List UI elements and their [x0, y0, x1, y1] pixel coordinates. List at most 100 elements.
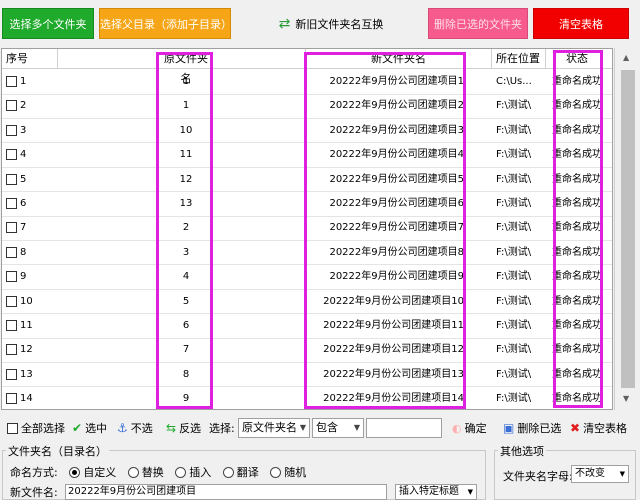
insert-title-label: 插入特定标题	[399, 486, 459, 497]
mode-custom-radio[interactable]: 自定义	[69, 466, 116, 479]
clear-table-button[interactable]: 清空表格	[533, 8, 629, 39]
mode-random-radio[interactable]: 随机	[270, 466, 306, 479]
swap-names-button[interactable]: ⇄ 新旧文件夹名互换	[276, 8, 386, 39]
table-row[interactable]: 9 4 20222年9月份公司团建项目9 F:\测试\ 重命名成功	[2, 265, 612, 290]
table-row[interactable]: 1 1 20222年9月份公司团建项目1 C:\Us... 重命名成功	[2, 70, 612, 95]
case-select[interactable]: 不改变 ▼	[571, 465, 629, 483]
table-row[interactable]: 12 7 20222年9月份公司团建项目12 F:\测试\ 重命名成功	[2, 338, 612, 363]
row-checkbox[interactable]	[6, 368, 17, 380]
row-checkbox[interactable]	[6, 222, 17, 234]
mode-replace-radio[interactable]: 替换	[127, 466, 164, 479]
header-location[interactable]: 所在位置	[496, 49, 546, 69]
rename-panel-title: 文件夹名（目录名）	[6, 443, 109, 459]
row-new-name: 20222年9月份公司团建项目13	[323, 368, 464, 380]
row-checkbox[interactable]	[6, 246, 17, 258]
table-scrollbar[interactable]: ▲ ▼	[614, 48, 640, 410]
row-checkbox[interactable]	[6, 149, 17, 161]
delete-selected-folders-button[interactable]: 删除已选的文件夹	[428, 8, 528, 39]
row-status: 重命名成功	[552, 295, 602, 307]
clear-table-small-button[interactable]: ✖ 清空表格	[570, 420, 627, 436]
row-checkbox[interactable]	[6, 320, 17, 331]
mode-translate-radio[interactable]: 翻译	[222, 466, 259, 479]
table-row[interactable]: 6 13 20222年9月份公司团建项目6 F:\测试\ 重命名成功	[2, 192, 612, 217]
row-old-name: 3	[182, 246, 190, 258]
row-old-name: 1	[182, 76, 190, 87]
row-checkbox[interactable]	[6, 271, 17, 283]
row-checkbox[interactable]	[6, 76, 17, 87]
scroll-down-icon[interactable]: ▼	[623, 394, 629, 403]
chevron-down-icon: ▼	[299, 423, 306, 432]
row-seq: 2	[20, 100, 27, 112]
row-old-name: 11	[179, 149, 193, 161]
confirm-label: 确定	[464, 422, 487, 435]
row-new-name: 20222年9月份公司团建项目10	[323, 295, 464, 307]
delete-selected-button[interactable]: ▣ 删除已选	[503, 420, 561, 436]
row-old-name: 6	[182, 320, 190, 331]
insert-title-dropdown[interactable]: 插入特定标题 ▼	[395, 484, 477, 500]
row-checkbox[interactable]	[6, 393, 17, 405]
row-seq: 7	[20, 222, 27, 234]
select-all-checkbox[interactable]: 全部选择	[7, 420, 65, 436]
swap-names-label: 新旧文件夹名互换	[295, 17, 384, 31]
row-new-name: 20222年9月份公司团建项目5	[329, 173, 464, 185]
table-row[interactable]: 5 12 20222年9月份公司团建项目5 F:\测试\ 重命名成功	[2, 168, 612, 193]
swap-icon: ⇄	[278, 15, 291, 32]
table-row[interactable]: 11 6 20222年9月份公司团建项目11 F:\测试\ 重命名成功	[2, 314, 612, 339]
row-old-name: 8	[182, 368, 190, 380]
mode-insert-radio[interactable]: 插入	[175, 466, 211, 479]
deselect-button[interactable]: ⚓ 不选	[117, 420, 153, 436]
select-label: 选中	[85, 422, 108, 435]
scroll-thumb[interactable]	[621, 70, 635, 388]
row-new-name: 20222年9月份公司团建项目8	[329, 246, 464, 258]
radio-icon	[222, 467, 234, 478]
file-table[interactable]: 序号 原文件夹名 新文件夹名 所在位置 状态 1 1 20222年9月份公司团建项目…	[1, 48, 613, 410]
row-location: F:\测试\	[496, 173, 532, 185]
deselect-label: 不选	[130, 422, 153, 435]
invert-selection-button[interactable]: ⇆ 反选	[166, 420, 201, 436]
table-row[interactable]: 10 5 20222年9月份公司团建项目10 F:\测试\ 重命名成功	[2, 290, 612, 315]
row-checkbox[interactable]	[6, 100, 17, 112]
table-row[interactable]: 8 3 20222年9月份公司团建项目8 F:\测试\ 重命名成功	[2, 241, 612, 266]
table-row[interactable]: 3 10 20222年9月份公司团建项目3 F:\测试\ 重命名成功	[2, 119, 612, 144]
mode-replace-label: 替换	[141, 466, 164, 479]
match-select-value: 包含	[316, 421, 338, 434]
match-select[interactable]: 包含 ▼	[312, 418, 364, 438]
row-status: 重命名成功	[552, 320, 602, 331]
table-row[interactable]: 4 11 20222年9月份公司团建项目4 F:\测试\ 重命名成功	[2, 143, 612, 168]
row-checkbox[interactable]	[6, 198, 17, 209]
delete-selected-label: 删除已选	[517, 422, 562, 435]
row-seq: 5	[20, 173, 27, 185]
row-location: F:\测试\	[496, 295, 532, 307]
row-checkbox[interactable]	[6, 344, 17, 356]
row-checkbox[interactable]	[6, 295, 17, 307]
row-checkbox[interactable]	[6, 173, 17, 185]
table-row[interactable]: 13 8 20222年9月份公司团建项目13 F:\测试\ 重命名成功	[2, 363, 612, 388]
table-row[interactable]: 14 9 20222年9月份公司团建项目14 F:\测试\ 重命名成功	[2, 387, 612, 409]
row-status: 重命名成功	[552, 271, 602, 283]
field-select[interactable]: 原文件夹名 ▼	[238, 418, 310, 438]
header-status[interactable]: 状态	[550, 49, 604, 69]
confirm-icon: ◐	[452, 421, 462, 435]
invert-label: 反选	[179, 422, 202, 435]
row-location: F:\测试\	[496, 271, 532, 283]
new-name-input[interactable]: 20222年9月份公司团建项目	[65, 484, 387, 500]
check-circle-icon: ✔	[72, 421, 83, 435]
scroll-up-icon[interactable]: ▲	[623, 53, 629, 62]
select-folders-button[interactable]: 选择多个文件夹	[2, 8, 94, 39]
row-status: 重命名成功	[552, 100, 602, 112]
table-row[interactable]: 7 2 20222年9月份公司团建项目7 F:\测试\ 重命名成功	[2, 216, 612, 241]
choose-label: 选择:	[209, 422, 235, 435]
row-location: F:\测试\	[496, 246, 532, 258]
confirm-button[interactable]: ◐ 确定	[452, 420, 487, 436]
table-row[interactable]: 2 1 20222年9月份公司团建项目2 F:\测试\ 重命名成功	[2, 94, 612, 119]
select-parent-dir-button[interactable]: 选择父目录（添加子目录）	[99, 8, 232, 39]
select-button[interactable]: ✔ 选中	[72, 420, 107, 436]
row-checkbox[interactable]	[6, 124, 17, 136]
row-location: F:\测试\	[496, 393, 532, 405]
table-header: 序号 原文件夹名 新文件夹名 所在位置 状态	[2, 49, 612, 85]
row-seq: 13	[20, 368, 33, 380]
header-new-name[interactable]: 新文件夹名	[306, 49, 492, 69]
keyword-input[interactable]	[366, 418, 442, 438]
row-seq: 6	[20, 198, 27, 209]
case-label: 文件夹名字母:	[503, 470, 573, 483]
